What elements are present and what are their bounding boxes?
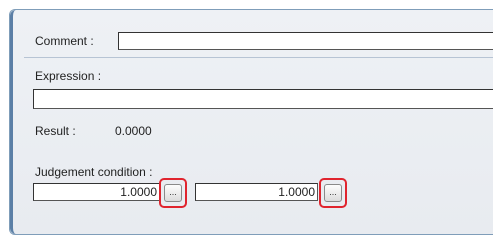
expression-label: Expression : — [35, 69, 102, 83]
upper-limit-button-highlight — [319, 178, 347, 208]
lower-limit-field[interactable]: 1.0000 — [33, 183, 160, 201]
divider — [24, 57, 493, 58]
result-value: 0.0000 — [115, 124, 152, 138]
lower-limit-button-highlight — [159, 178, 187, 208]
comment-field[interactable] — [118, 32, 493, 50]
result-label: Result : — [35, 124, 76, 138]
upper-limit-field[interactable]: 1.0000 — [195, 183, 318, 201]
expression-field[interactable] — [33, 89, 493, 109]
judgement-condition-label: Judgement condition : — [35, 165, 153, 179]
comment-label: Comment : — [35, 34, 94, 48]
